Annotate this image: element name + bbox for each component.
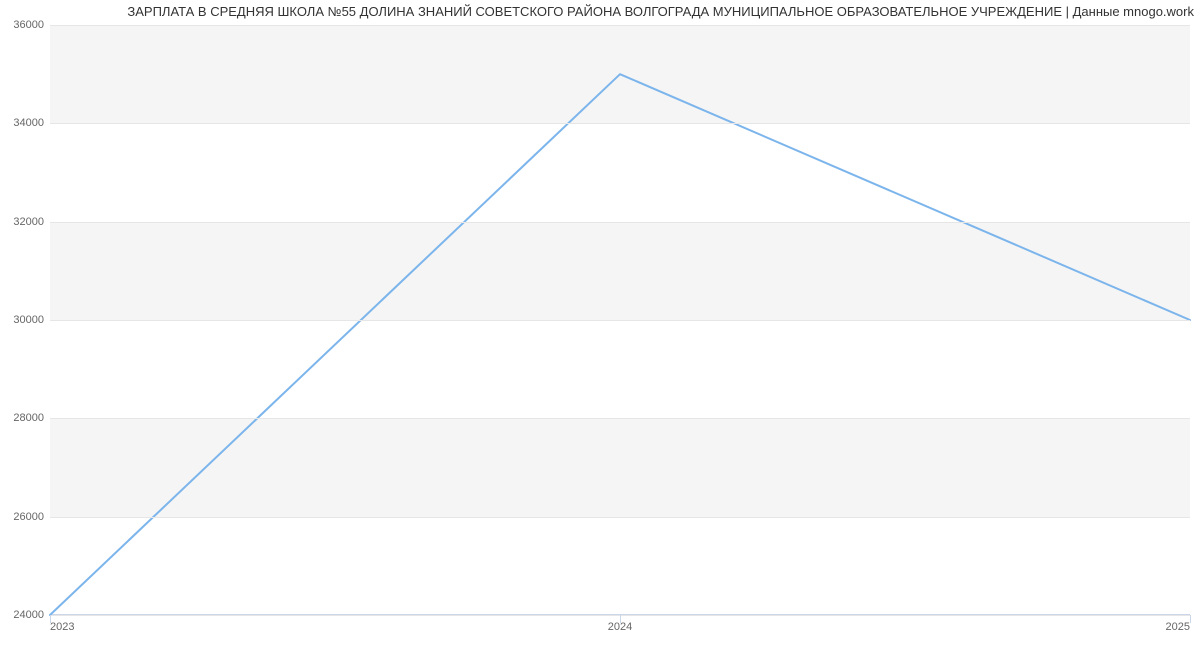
y-gridline xyxy=(50,517,1190,518)
x-tick-mark xyxy=(1190,615,1191,623)
y-gridline xyxy=(50,418,1190,419)
y-tick-label: 28000 xyxy=(13,412,44,424)
y-tick-label: 30000 xyxy=(13,314,44,326)
chart-title: ЗАРПЛАТА В СРЕДНЯЯ ШКОЛА №55 ДОЛИНА ЗНАН… xyxy=(6,4,1194,19)
x-tick-label: 2025 xyxy=(1166,621,1190,633)
y-gridline xyxy=(50,123,1190,124)
x-tick-label: 2023 xyxy=(50,621,74,633)
x-tick-mark xyxy=(50,615,51,623)
x-tick-mark xyxy=(620,615,621,623)
y-gridline xyxy=(50,25,1190,26)
y-gridline xyxy=(50,320,1190,321)
y-tick-label: 34000 xyxy=(13,117,44,129)
series-line xyxy=(50,74,1190,615)
y-tick-label: 32000 xyxy=(13,216,44,228)
y-tick-label: 24000 xyxy=(13,609,44,621)
y-tick-label: 36000 xyxy=(13,19,44,31)
chart-container: ЗАРПЛАТА В СРЕДНЯЯ ШКОЛА №55 ДОЛИНА ЗНАН… xyxy=(0,0,1200,650)
y-tick-label: 26000 xyxy=(13,511,44,523)
chart-plot-area: 2400026000280003000032000340003600020232… xyxy=(50,25,1190,615)
y-gridline xyxy=(50,222,1190,223)
